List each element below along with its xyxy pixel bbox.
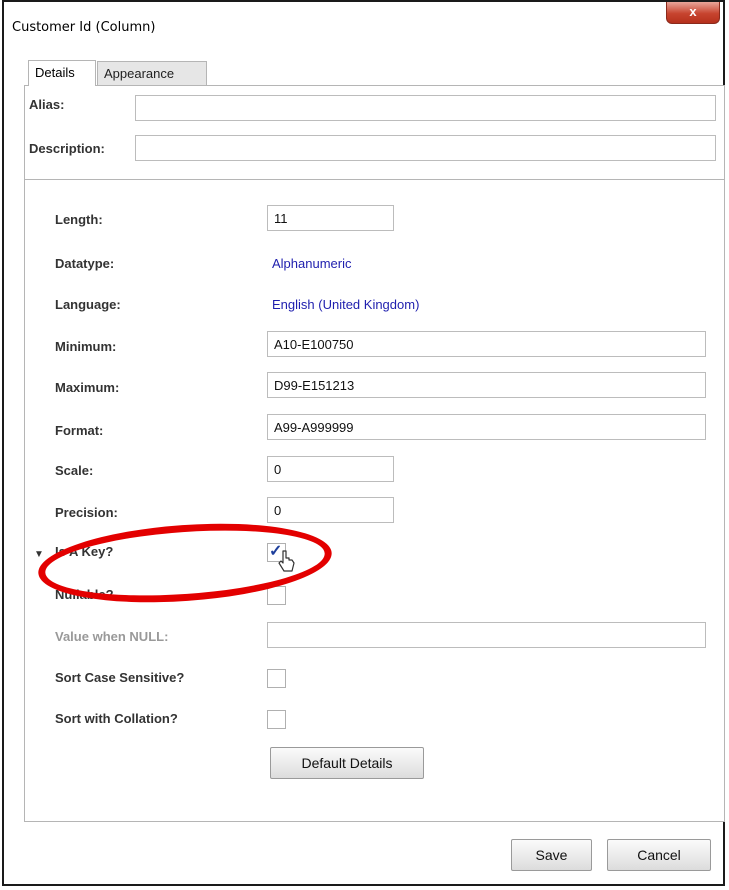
nullable-label: Nullable? [55, 587, 114, 602]
precision-input[interactable]: 0 [267, 497, 394, 523]
language-value[interactable]: English (United Kingdom) [272, 297, 419, 312]
sort-with-collation-label: Sort with Collation? [55, 711, 178, 726]
sort-with-collation-checkbox[interactable] [267, 710, 286, 729]
window-title: Customer Id (Column) [12, 20, 156, 35]
default-details-button[interactable]: Default Details [270, 747, 424, 779]
close-button[interactable]: x [666, 2, 720, 24]
minimum-label: Minimum: [55, 339, 117, 354]
value-when-null-label: Value when NULL: [55, 629, 169, 644]
format-input[interactable]: A99-A999999 [267, 414, 706, 440]
length-label: Length: [55, 212, 103, 227]
nullable-checkbox[interactable] [267, 586, 286, 605]
minimum-input[interactable]: A10-E100750 [267, 331, 706, 357]
sort-case-sensitive-label: Sort Case Sensitive? [55, 670, 185, 685]
sort-case-sensitive-checkbox[interactable] [267, 669, 286, 688]
description-label: Description: [29, 141, 105, 156]
tab-details[interactable]: Details [28, 60, 96, 86]
title-bar[interactable]: Customer Id (Column) x [4, 2, 723, 46]
save-button[interactable]: Save [511, 839, 592, 871]
alias-input[interactable] [135, 95, 716, 121]
cancel-button[interactable]: Cancel [607, 839, 711, 871]
hand-cursor-icon [278, 550, 295, 572]
tab-appearance[interactable]: Appearance [97, 61, 207, 85]
small-marker-icon: ▼ [34, 549, 44, 560]
alias-label: Alias: [29, 97, 65, 112]
details-panel: Alias: Description: Length: 11 Datatype:… [24, 85, 725, 822]
datatype-value[interactable]: Alphanumeric [272, 256, 352, 271]
alias-description-section: Alias: Description: [25, 86, 724, 180]
dialog-window: Customer Id (Column) x Details Appearanc… [2, 0, 725, 886]
scale-input[interactable]: 0 [267, 456, 394, 482]
is-a-key-label: Is A Key? [55, 544, 114, 559]
datatype-label: Datatype: [55, 256, 115, 271]
description-input[interactable] [135, 135, 716, 161]
scale-label: Scale: [55, 463, 94, 478]
value-when-null-input[interactable] [267, 622, 706, 648]
maximum-input[interactable]: D99-E151213 [267, 372, 706, 398]
language-label: Language: [55, 297, 121, 312]
precision-label: Precision: [55, 505, 118, 520]
close-icon: x [689, 4, 697, 19]
maximum-label: Maximum: [55, 380, 120, 395]
format-label: Format: [55, 423, 104, 438]
length-input[interactable]: 11 [267, 205, 394, 231]
